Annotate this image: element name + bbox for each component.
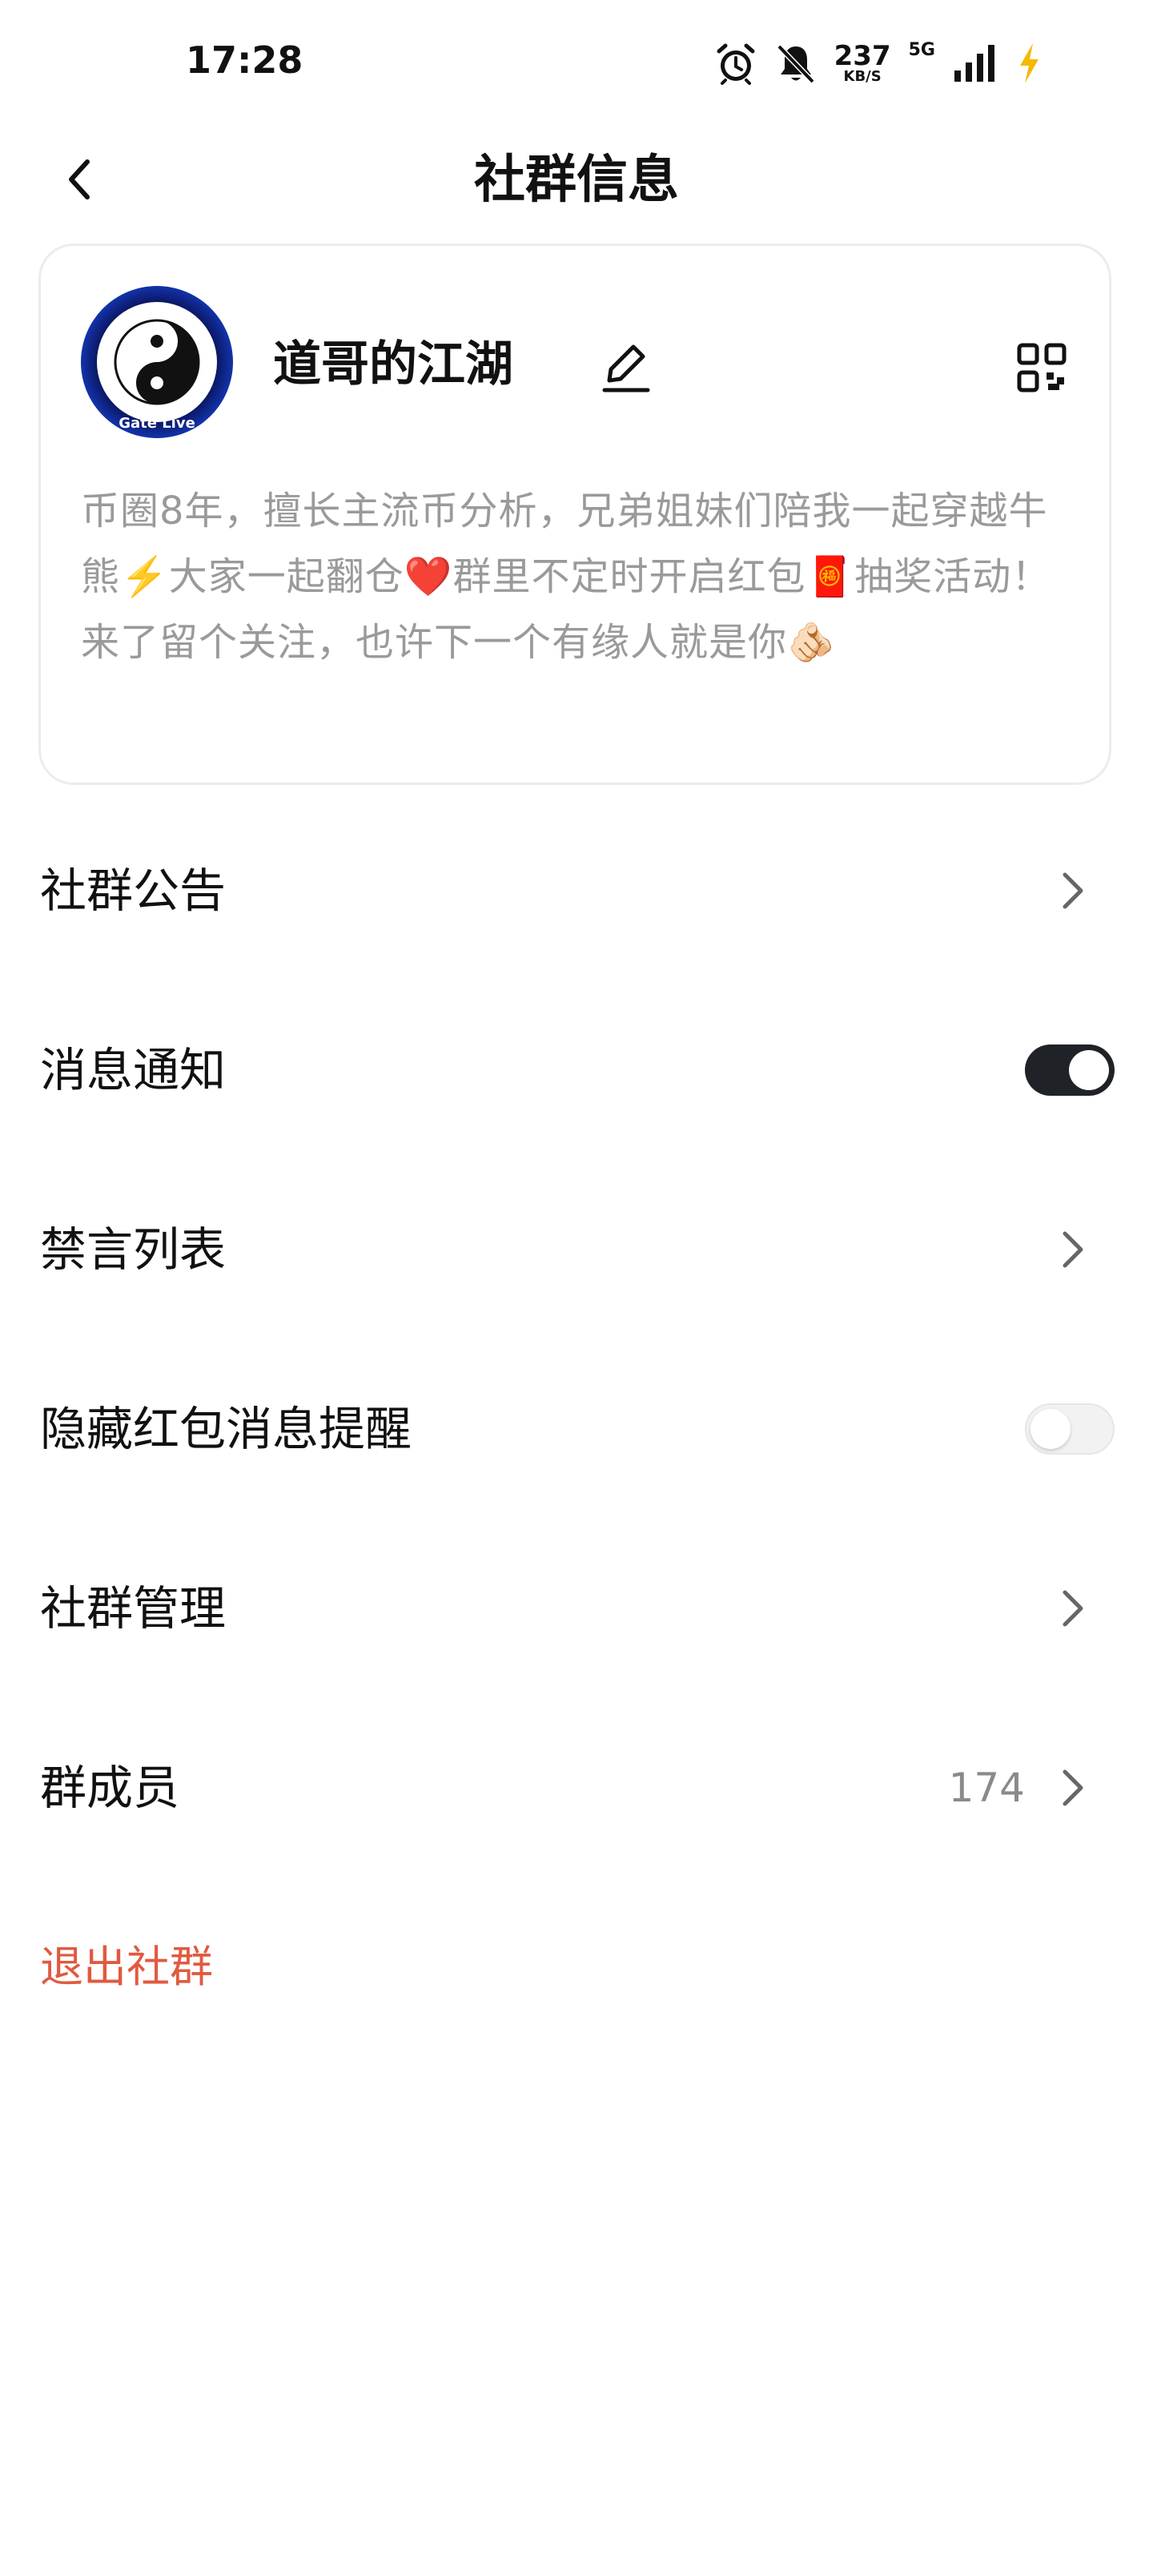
header: 社群信息 (0, 128, 1153, 232)
row-members[interactable]: 群成员 174 (0, 1698, 1153, 1878)
page-title: 社群信息 (474, 151, 679, 210)
network-speed-unit: KB/S (843, 68, 882, 85)
qr-code-icon (1017, 343, 1067, 392)
network-speed-value: 237 (834, 40, 891, 72)
community-name: 道哥的江湖 (273, 336, 513, 392)
chevron-right-icon (1063, 872, 1083, 909)
exit-label: 退出社群 (40, 1942, 213, 1992)
row-hide-red-packet: 隐藏红包消息提醒 (0, 1339, 1153, 1519)
community-description: 币圈8年，擅长主流币分析，兄弟姐妹们陪我一起穿越牛熊⚡️大家一起翻仓❤️群里不定… (81, 489, 1051, 665)
row-label: 消息通知 (40, 1043, 227, 1097)
network-speed: 237 KB/S (834, 42, 891, 84)
toggle-knob (1030, 1409, 1071, 1449)
member-count: 174 (948, 1765, 1025, 1811)
community-info-card: Gate Live 道哥的江湖 币圈8年，擅长主流币分析，兄弟姐妹们陪我一起穿越… (38, 244, 1111, 785)
alarm-icon (717, 43, 755, 85)
status-time: 17:28 (186, 38, 303, 82)
community-avatar[interactable]: Gate Live (81, 286, 233, 438)
exit-community-button[interactable]: 退出社群 (0, 1878, 1153, 2057)
row-notifications: 消息通知 (0, 980, 1153, 1160)
qr-code-button[interactable] (1010, 336, 1074, 400)
yin-yang-logo (97, 302, 217, 422)
network-type: 5G (908, 40, 935, 60)
row-label: 隐藏红包消息提醒 (40, 1402, 412, 1456)
row-announcement[interactable]: 社群公告 (0, 801, 1153, 980)
hide-red-packet-toggle[interactable] (1025, 1403, 1115, 1455)
chevron-right-icon (1063, 1590, 1083, 1627)
row-label: 禁言列表 (40, 1222, 227, 1277)
yin-yang-icon (114, 319, 200, 405)
chevron-right-icon (1063, 1769, 1083, 1806)
settings-list: 社群公告 消息通知 禁言列表 隐藏红包消息提醒 社群管理 群成员 174 (0, 801, 1153, 1878)
pencil-icon (602, 344, 650, 392)
mute-bell-icon (777, 44, 815, 84)
row-label: 群成员 (40, 1761, 180, 1815)
row-community-management[interactable]: 社群管理 (0, 1519, 1153, 1698)
row-label: 社群管理 (40, 1581, 227, 1636)
avatar-caption: Gate Live (119, 415, 195, 432)
status-icons: 237 KB/S 5G (714, 35, 1041, 91)
row-mute-list[interactable]: 禁言列表 (0, 1160, 1153, 1339)
notifications-toggle[interactable] (1025, 1044, 1115, 1096)
row-label: 社群公告 (40, 863, 227, 918)
edit-name-button[interactable] (593, 336, 657, 400)
signal-icon (954, 45, 994, 82)
toggle-knob (1069, 1050, 1109, 1090)
status-bar: 17:28 237 KB/S 5G (0, 0, 1153, 128)
charging-bolt-icon (1020, 43, 1039, 83)
chevron-right-icon (1063, 1231, 1083, 1268)
